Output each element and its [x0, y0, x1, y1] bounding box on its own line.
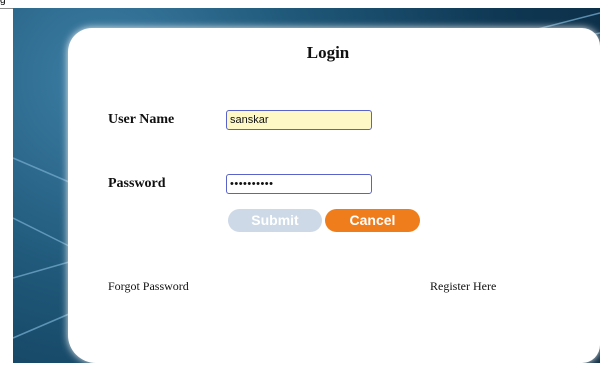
login-card	[68, 28, 600, 363]
submit-button[interactable]: Submit	[228, 209, 322, 232]
corner-glyph: g	[0, 0, 6, 6]
forgot-password-link[interactable]: Forgot Password	[108, 279, 189, 294]
username-label: User Name	[108, 112, 175, 127]
username-input[interactable]: sanskar	[226, 110, 372, 130]
cancel-button[interactable]: Cancel	[325, 209, 420, 232]
register-link[interactable]: Register Here	[430, 279, 496, 294]
page-title: Login	[306, 43, 350, 62]
password-label: Password	[108, 176, 166, 191]
password-input[interactable]: ••••••••••	[226, 174, 372, 194]
